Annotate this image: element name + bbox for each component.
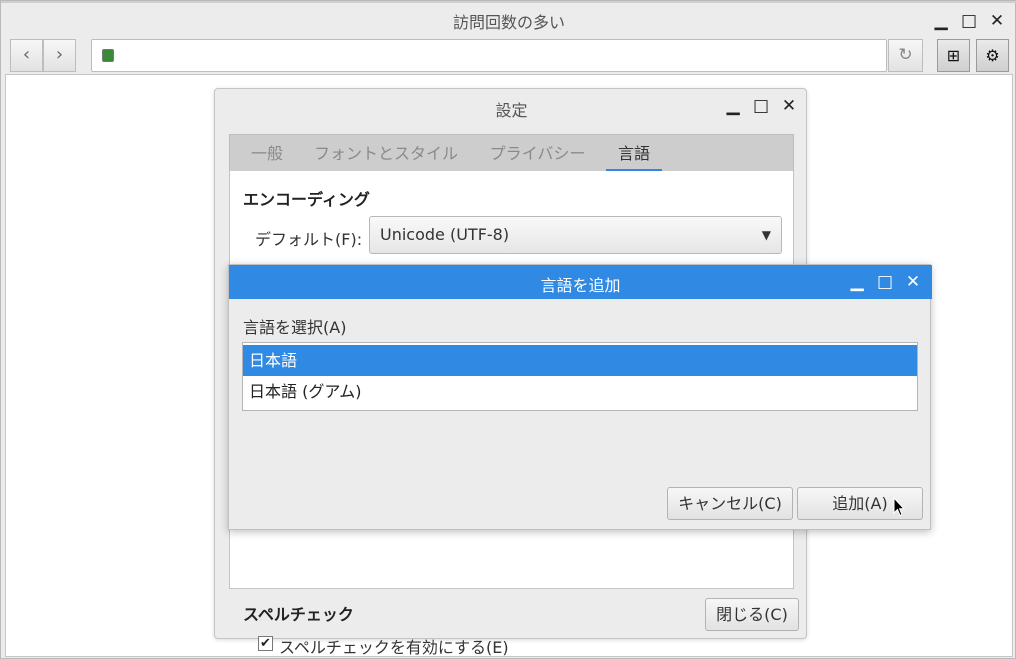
select-language-label: 言語を選択(A)	[243, 318, 347, 337]
spellcheck-label[interactable]: スペルチェックを有効にする(E)	[279, 634, 509, 658]
tab-language[interactable]: 言語	[606, 135, 662, 172]
add-language-maximize-icon[interactable]: □	[874, 271, 896, 293]
settings-maximize-icon[interactable]: □	[750, 95, 772, 117]
bookmark-add-icon[interactable]: ⊞	[937, 39, 970, 72]
language-list[interactable]: 日本語 日本語 (グアム)	[242, 342, 918, 411]
settings-title: 設定	[495, 101, 528, 120]
settings-tabbar: 一般 フォントとスタイル プライバシー 言語	[229, 134, 794, 172]
gear-icon[interactable]: ⚙	[976, 39, 1009, 72]
tab-general[interactable]: 一般	[242, 135, 292, 172]
window-title: 訪問回数の多い	[452, 13, 565, 32]
language-item-japanese-guam[interactable]: 日本語 (グアム)	[243, 376, 917, 407]
top-strip	[1, 1, 1016, 3]
reload-button[interactable]: ↻	[888, 39, 923, 72]
back-button[interactable]: ‹	[10, 39, 43, 72]
chevron-down-icon: ▼	[761, 228, 771, 242]
settings-minimize-icon[interactable]: ▁	[722, 95, 744, 117]
cancel-button[interactable]: キャンセル(C)	[667, 487, 793, 520]
tab-privacy[interactable]: プライバシー	[485, 135, 590, 172]
add-language-close-icon[interactable]: ✕	[902, 271, 924, 293]
add-language-minimize-icon[interactable]: ▁	[846, 271, 868, 293]
spellcheck-checkbox[interactable]: ✔	[258, 636, 273, 651]
mouse-pointer-icon	[893, 497, 905, 517]
close-icon[interactable]: ✕	[986, 10, 1008, 32]
close-button[interactable]: 閉じる(C)	[705, 598, 799, 631]
add-language-dialog: 言語を追加 ▁ □ ✕ 言語を選択(A) 日本語 日本語 (グアム) キャンセル…	[228, 264, 932, 530]
spellcheck-heading: スペルチェック	[243, 605, 354, 624]
language-item-japanese[interactable]: 日本語	[243, 345, 917, 376]
favicon-icon	[102, 49, 114, 62]
maximize-icon[interactable]: □	[958, 10, 980, 32]
encoding-select[interactable]: Unicode (UTF-8) ▼	[369, 216, 782, 254]
tab-fonts-style[interactable]: フォントとスタイル	[310, 135, 462, 172]
minimize-icon[interactable]: ▁	[930, 10, 952, 32]
encoding-select-value: Unicode (UTF-8)	[380, 225, 510, 244]
encoding-heading: エンコーディング	[243, 190, 370, 209]
add-language-titlebar: 言語を追加 ▁ □ ✕	[229, 265, 932, 299]
settings-close-icon[interactable]: ✕	[778, 95, 800, 117]
add-language-title: 言語を追加	[540, 276, 621, 295]
address-bar[interactable]	[91, 39, 887, 72]
forward-button[interactable]: ›	[43, 39, 76, 72]
default-encoding-label: デフォルト(F):	[255, 230, 363, 249]
